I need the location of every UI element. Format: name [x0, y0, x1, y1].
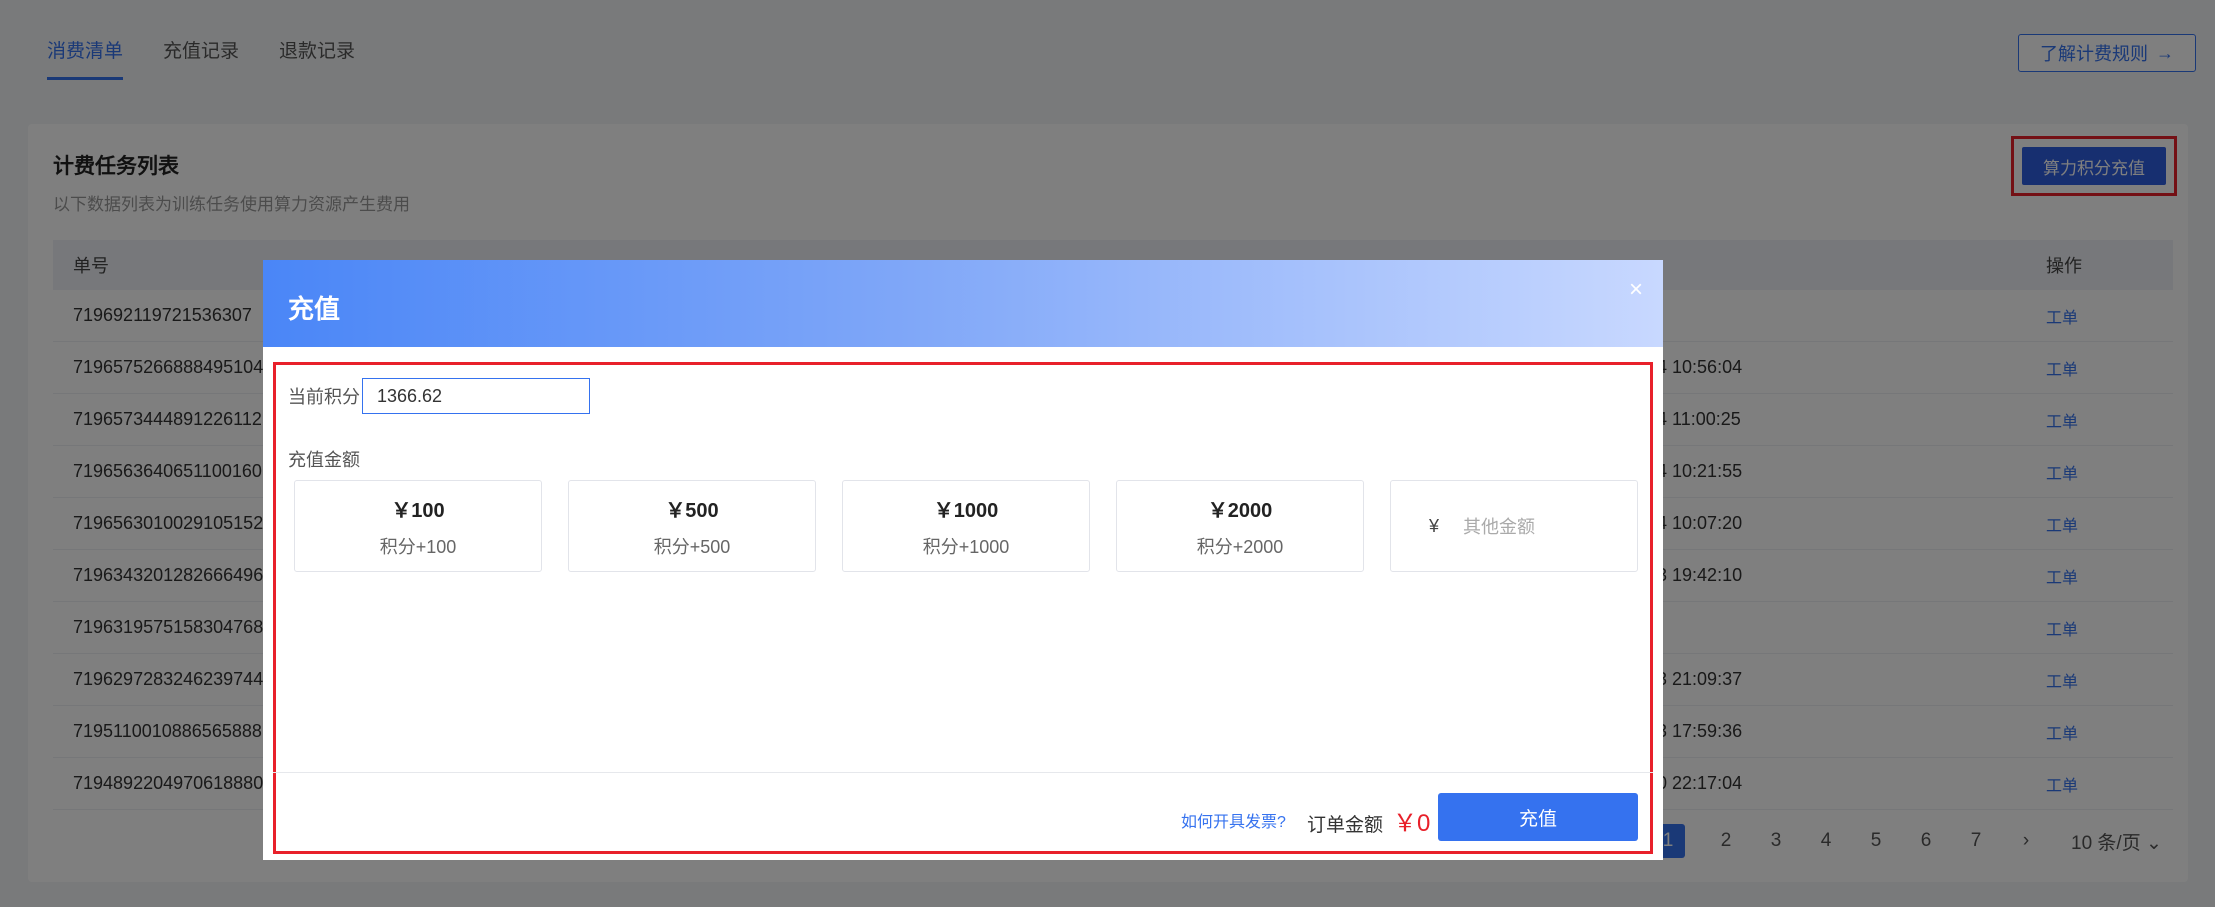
amount-option-1000[interactable]: ￥1000 积分+1000 — [842, 480, 1090, 572]
modal-header: 充值 × — [263, 260, 1663, 347]
amount-option-100[interactable]: ￥100 积分+100 — [294, 480, 542, 572]
amount-points: 积分+500 — [653, 536, 731, 557]
amount-option-2000[interactable]: ￥2000 积分+2000 — [1116, 480, 1364, 572]
amount-price: ￥1000 — [933, 499, 999, 522]
invoice-help-link[interactable]: 如何开具发票? — [1181, 808, 1286, 832]
other-amount-input[interactable]: ¥ 其他金额 — [1390, 480, 1638, 572]
footer-divider — [273, 772, 1653, 773]
order-total-value: ￥0 — [1393, 810, 1431, 837]
current-points-label: 当前积分 — [288, 387, 360, 407]
close-icon[interactable]: × — [1629, 278, 1643, 302]
submit-recharge-button[interactable]: 充值 — [1438, 793, 1638, 841]
modal-content-highlight — [273, 362, 1653, 854]
amount-label: 充值金额 — [288, 450, 360, 470]
order-total-label: 订单金额 — [1307, 815, 1384, 836]
yuan-icon: ¥ — [1429, 515, 1440, 536]
amount-price: ￥100 — [391, 499, 445, 522]
amount-points: 积分+1000 — [922, 536, 1010, 557]
modal-title: 充值 — [288, 294, 341, 324]
current-points-row: 当前积分 — [288, 378, 590, 414]
current-points-input[interactable] — [362, 378, 590, 414]
amount-price: ￥500 — [665, 499, 719, 522]
amount-points: 积分+2000 — [1196, 536, 1284, 557]
order-total: 订单金额 ￥0 — [1307, 803, 1430, 838]
recharge-modal: 充值 × 当前积分 充值金额 ￥100 积分+100 ￥500 积分+500 ￥… — [263, 260, 1663, 860]
other-amount-placeholder: 其他金额 — [1463, 517, 1536, 537]
amount-price: ￥2000 — [1207, 499, 1273, 522]
amount-option-500[interactable]: ￥500 积分+500 — [568, 480, 816, 572]
amount-points: 积分+100 — [379, 536, 457, 557]
amount-options: ￥100 积分+100 ￥500 积分+500 ￥1000 积分+1000 ￥2… — [294, 480, 1638, 572]
